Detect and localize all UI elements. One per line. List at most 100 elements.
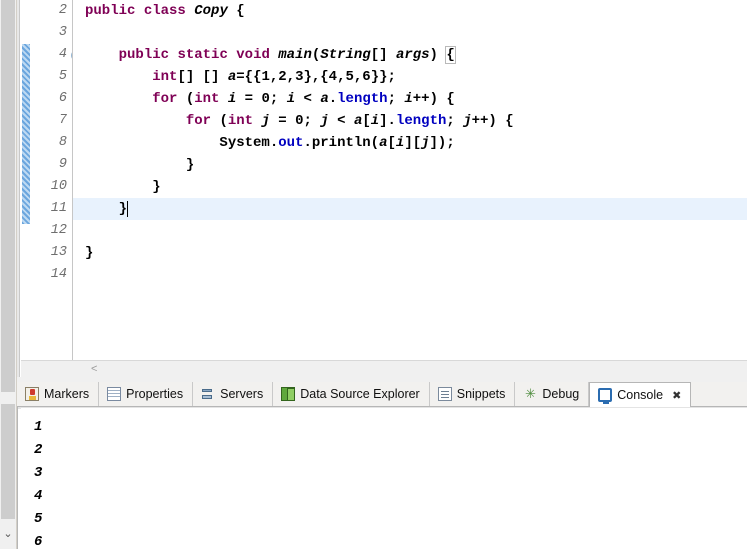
- properties-icon: [107, 387, 122, 401]
- code-canvas[interactable]: public class Copy { public static void m…: [73, 0, 747, 360]
- code-token: {: [227, 3, 245, 19]
- scroll-left-arrow-icon[interactable]: <: [91, 361, 97, 377]
- code-token: ): [429, 47, 447, 63]
- code-token: }: [85, 179, 161, 195]
- code-token: ={{1,2,3},{4,5,6}};: [236, 69, 396, 85]
- tab-label: Data Source Explorer: [300, 386, 420, 401]
- tab-snippets[interactable]: Snippets: [430, 382, 516, 406]
- code-line[interactable]: System.out.println(a[i][j]);: [85, 132, 455, 154]
- code-token: ++) {: [412, 91, 455, 107]
- code-token: (: [177, 91, 195, 107]
- editor-left-edge: [17, 0, 20, 377]
- tab-label: Snippets: [456, 386, 506, 401]
- tab-debug[interactable]: ✳ Debug: [515, 382, 590, 406]
- code-token: [] []: [177, 69, 228, 85]
- line-number: 11: [50, 201, 67, 216]
- code-token: static: [177, 47, 228, 63]
- tab-label: Servers: [220, 386, 264, 401]
- line-number: 12: [50, 223, 67, 238]
- snippets-icon: [437, 387, 452, 401]
- tab-markers[interactable]: Markers: [17, 382, 100, 406]
- code-line[interactable]: }: [85, 154, 194, 176]
- code-token: int: [194, 91, 220, 107]
- line-number: 10: [50, 179, 67, 194]
- code-line[interactable]: }: [85, 242, 93, 264]
- scrollbar-thumb-top[interactable]: [1, 0, 15, 392]
- close-icon[interactable]: ✖: [672, 389, 681, 402]
- code-token: <: [295, 91, 321, 107]
- console-view[interactable]: 1 2 3 4 5 6: [17, 407, 747, 550]
- code-line[interactable]: }: [85, 176, 161, 198]
- code-token: j: [463, 113, 472, 129]
- line-number: 5: [58, 69, 67, 84]
- view-tab-bar[interactable]: Markers Properties Servers Data Source Expl…: [17, 382, 747, 407]
- tab-label: Debug: [542, 386, 580, 401]
- code-line[interactable]: public class Copy {: [85, 0, 245, 22]
- code-token: a: [320, 91, 329, 107]
- code-token: }: [85, 157, 195, 173]
- tab-servers[interactable]: Servers: [193, 382, 274, 406]
- code-token: }: [85, 245, 94, 261]
- code-token: for: [152, 91, 178, 107]
- current-line-highlight: [73, 198, 747, 220]
- code-token: System: [219, 135, 270, 151]
- tab-label: Markers: [44, 386, 90, 401]
- line-number-ruler: 2 3 4 5 6 7 8 9 10 11 12 13 14: [37, 0, 71, 360]
- tab-label: Properties: [126, 386, 184, 401]
- code-token: args: [395, 47, 430, 63]
- code-token: [: [362, 113, 371, 129]
- code-line[interactable]: public static void main(String[] args) {: [85, 44, 456, 66]
- code-line[interactable]: }: [85, 198, 127, 220]
- code-token: .: [328, 91, 338, 107]
- console-output-line: 2: [34, 442, 43, 458]
- markers-icon: [25, 387, 39, 401]
- code-token: = 0;: [269, 113, 321, 129]
- code-token: ;: [387, 91, 405, 107]
- editor-horizontal-scrollbar[interactable]: <: [21, 360, 747, 377]
- scrollbar-thumb-bottom[interactable]: [1, 404, 15, 519]
- code-token: (: [211, 113, 228, 129]
- code-token: j: [421, 135, 430, 151]
- line-number: 2: [58, 3, 67, 18]
- code-token: Copy: [194, 3, 228, 19]
- scroll-down-arrow-icon[interactable]: ⌄: [0, 523, 16, 545]
- eclipse-window: ⌄ 2 3 4 5 6 7 8 9 10 11 12 13 14 public class Copy {…: [0, 0, 747, 550]
- line-number: 4: [58, 47, 67, 62]
- code-token: <: [328, 113, 354, 129]
- console-output-line: 5: [34, 511, 43, 527]
- code-token: int: [227, 113, 254, 129]
- code-line[interactable]: int[] [] a={{1,2,3},{4,5,6}};: [85, 66, 396, 88]
- line-number: 9: [58, 157, 67, 172]
- code-token: j: [320, 113, 329, 129]
- code-token: a: [379, 135, 388, 151]
- code-token: ;: [446, 113, 464, 129]
- java-editor[interactable]: 2 3 4 5 6 7 8 9 10 11 12 13 14 public class Copy { p…: [17, 0, 747, 377]
- data-source-explorer-icon: [281, 387, 296, 401]
- code-token: ]);: [429, 135, 455, 151]
- code-token: }: [85, 201, 128, 217]
- outer-vertical-scrollbar[interactable]: ⌄: [0, 0, 17, 549]
- tab-properties[interactable]: Properties: [99, 382, 194, 406]
- code-token: for: [185, 113, 212, 129]
- code-token: i: [370, 113, 380, 129]
- folding-range-indicator: [22, 44, 30, 224]
- console-output-line: 1: [34, 419, 43, 435]
- tab-console[interactable]: Console ✖: [589, 382, 692, 407]
- servers-icon: [201, 387, 215, 401]
- line-number: 8: [58, 135, 67, 150]
- code-token: i: [286, 91, 296, 107]
- text-caret: [127, 201, 129, 217]
- console-output-area[interactable]: 1 2 3 4 5 6: [21, 408, 747, 550]
- tab-data-source-explorer[interactable]: Data Source Explorer: [273, 382, 430, 406]
- tab-label: Console: [617, 387, 664, 402]
- console-output-line: 4: [34, 488, 43, 504]
- code-token: a: [227, 69, 237, 85]
- code-line[interactable]: for (int j = 0; j < a[i].length; j++) {: [85, 110, 514, 132]
- code-line[interactable]: for (int i = 0; i < a.length; i++) {: [85, 88, 455, 110]
